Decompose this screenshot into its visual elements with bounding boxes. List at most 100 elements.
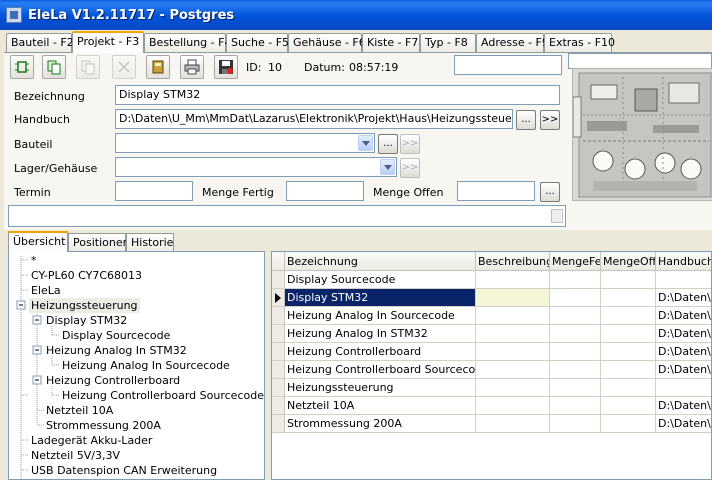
- tab-adresse[interactable]: Adresse - F9: [476, 33, 549, 52]
- new-component-button[interactable]: [10, 55, 34, 79]
- table-cell[interactable]: Netzteil 10A: [285, 397, 476, 415]
- tree-item[interactable]: Ladegerät Akku-Lader: [31, 433, 152, 448]
- table-cell[interactable]: D:\Daten\U: [656, 361, 711, 379]
- handbuch-browse-button[interactable]: ...: [516, 110, 536, 130]
- toolbar-search-field[interactable]: [454, 55, 562, 75]
- bezeichnung-input[interactable]: Display STM32: [115, 85, 560, 105]
- row-indicator[interactable]: [272, 361, 285, 379]
- menge-browse-button[interactable]: ...: [540, 182, 560, 202]
- project-tree[interactable]: * CY-PL60 CY7C68013 EleLa Heizungssteuer…: [8, 251, 265, 480]
- tab-uebersicht[interactable]: Übersicht: [8, 231, 68, 252]
- row-indicator-current[interactable]: [272, 289, 285, 307]
- table-cell[interactable]: [601, 397, 656, 415]
- table-cell[interactable]: [550, 289, 601, 307]
- table-cell[interactable]: [476, 379, 550, 397]
- table-cell-selected[interactable]: Display STM32: [285, 289, 476, 307]
- grid-header-bezeichnung[interactable]: Bezeichnung: [285, 252, 476, 271]
- table-cell[interactable]: [550, 343, 601, 361]
- handbuch-open-button[interactable]: >>: [540, 110, 560, 130]
- row-indicator[interactable]: [272, 397, 285, 415]
- table-cell[interactable]: [601, 361, 656, 379]
- bauteil-open-button[interactable]: >>: [400, 134, 420, 154]
- table-cell[interactable]: D:\Daten\U: [656, 343, 711, 361]
- row-indicator[interactable]: [272, 343, 285, 361]
- table-cell[interactable]: D:\Daten\U: [656, 397, 711, 415]
- table-cell[interactable]: Heizung Analog In STM32: [285, 325, 476, 343]
- lager-open-button[interactable]: >>: [400, 158, 420, 178]
- table-cell[interactable]: [601, 325, 656, 343]
- bauteil-browse-button[interactable]: ...: [378, 134, 398, 154]
- tab-typ[interactable]: Typ - F8: [420, 33, 476, 52]
- table-cell[interactable]: [476, 271, 550, 289]
- tab-extras[interactable]: Extras - F10: [544, 33, 615, 52]
- table-cell[interactable]: D:\Daten\U: [656, 307, 711, 325]
- tree-item[interactable]: Heizung Analog In STM32: [46, 343, 187, 358]
- tree-item[interactable]: Heizung Analog In Sourcecode: [62, 358, 230, 373]
- table-cell[interactable]: D:\Daten\U: [656, 289, 711, 307]
- row-indicator[interactable]: [272, 379, 285, 397]
- table-cell[interactable]: [601, 343, 656, 361]
- tree-item[interactable]: Strommessung 200A: [46, 418, 161, 433]
- preview-header-field[interactable]: [568, 53, 712, 69]
- table-cell[interactable]: [550, 379, 601, 397]
- table-cell[interactable]: [601, 379, 656, 397]
- project-positions-grid[interactable]: Bezeichnung Beschreibung MengeFer MengeO…: [271, 251, 712, 480]
- tab-bauteil[interactable]: Bauteil - F2: [6, 33, 74, 52]
- row-indicator[interactable]: [272, 325, 285, 343]
- print-button[interactable]: [180, 55, 204, 79]
- copy-disabled-button[interactable]: [76, 55, 100, 79]
- table-cell[interactable]: [550, 397, 601, 415]
- bauteil-dropdown-button[interactable]: [358, 135, 373, 151]
- table-cell[interactable]: [601, 415, 656, 433]
- tab-historie[interactable]: Historie: [126, 233, 174, 251]
- tree-item[interactable]: Heizung Controllerboard: [46, 373, 180, 388]
- tree-item[interactable]: Netzteil 5V/3,3V: [31, 448, 120, 463]
- tree-item[interactable]: Heizung Controllerboard Sourcecode: [62, 388, 264, 403]
- table-cell[interactable]: [656, 271, 711, 289]
- grid-header-handbuch[interactable]: Handbuch: [656, 252, 711, 271]
- table-cell[interactable]: [476, 361, 550, 379]
- table-cell[interactable]: [476, 343, 550, 361]
- table-cell[interactable]: [601, 289, 656, 307]
- table-cell[interactable]: [476, 325, 550, 343]
- tree-item[interactable]: *: [31, 253, 37, 268]
- table-cell[interactable]: [550, 307, 601, 325]
- lager-dropdown-button[interactable]: [380, 159, 395, 175]
- menge-offen-input[interactable]: [457, 181, 535, 201]
- tree-item[interactable]: CY-PL60 CY7C68013: [31, 268, 142, 283]
- table-cell[interactable]: [476, 289, 550, 307]
- table-cell[interactable]: [656, 379, 711, 397]
- handbook-button[interactable]: [146, 55, 170, 79]
- grid-header-menge-offen[interactable]: MengeOff: [601, 252, 656, 271]
- tab-gehaeuse[interactable]: Gehäuse - F6: [288, 33, 366, 52]
- save-button[interactable]: [214, 55, 238, 79]
- table-cell[interactable]: D:\Daten\U: [656, 325, 711, 343]
- table-cell[interactable]: [476, 415, 550, 433]
- table-cell[interactable]: D:\Daten\U: [656, 415, 711, 433]
- table-cell[interactable]: Strommessung 200A: [285, 415, 476, 433]
- table-cell[interactable]: [550, 361, 601, 379]
- copy-button[interactable]: [42, 55, 66, 79]
- table-cell[interactable]: [550, 325, 601, 343]
- table-cell[interactable]: Heizung Controllerboard Sourcecode: [285, 361, 476, 379]
- table-cell[interactable]: [601, 307, 656, 325]
- table-cell[interactable]: [476, 307, 550, 325]
- tab-suche[interactable]: Suche - F5: [226, 33, 289, 52]
- bauteil-combobox[interactable]: [115, 133, 375, 153]
- lager-combobox[interactable]: [115, 157, 397, 177]
- tree-item[interactable]: Netzteil 10A: [46, 403, 113, 418]
- tab-kiste[interactable]: Kiste - F7: [362, 33, 420, 52]
- grid-header-beschreibung[interactable]: Beschreibung: [476, 252, 550, 271]
- termin-input[interactable]: [115, 181, 193, 201]
- handbuch-input[interactable]: D:\Daten\U_Mm\MmDat\Lazarus\Elektronik\P…: [115, 109, 513, 129]
- tree-item[interactable]: Display Sourcecode: [62, 328, 170, 343]
- grid-header-menge-fertig[interactable]: MengeFer: [550, 252, 601, 271]
- table-cell[interactable]: [550, 271, 601, 289]
- row-indicator[interactable]: [272, 307, 285, 325]
- tree-item-selected[interactable]: Heizungssteuerung: [29, 298, 140, 313]
- tree-item[interactable]: Display STM32: [46, 313, 127, 328]
- table-cell[interactable]: [550, 415, 601, 433]
- tree-item[interactable]: EleLa: [31, 283, 61, 298]
- tab-bestellung[interactable]: Bestellung - F4: [144, 33, 231, 52]
- table-cell[interactable]: Heizungssteuerung: [285, 379, 476, 397]
